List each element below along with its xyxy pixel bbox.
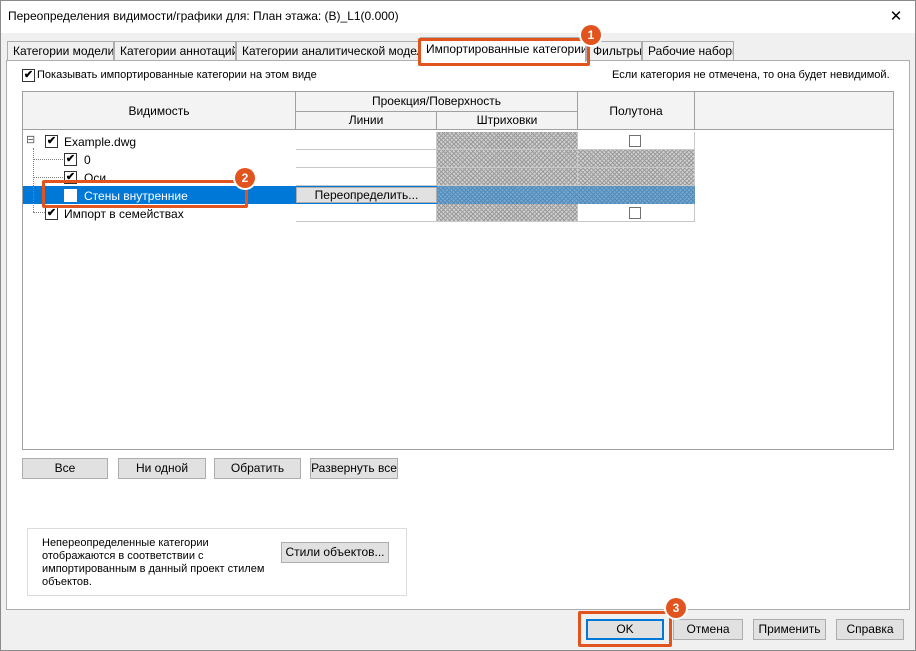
show-imported-label: Показывать импортированные категории на …: [37, 69, 317, 81]
callout-badge-1: 1: [581, 25, 601, 45]
cell-patterns: [437, 204, 578, 222]
note-text: Непереопределенные категории отображаютс…: [42, 537, 265, 588]
cell-patterns: [437, 150, 578, 168]
override-button[interactable]: Переопределить...: [296, 187, 437, 203]
halftone-checkbox[interactable]: [629, 135, 641, 147]
row-label: 0: [84, 153, 91, 167]
header-visibility[interactable]: Видимость: [23, 92, 296, 130]
tab-model-categories[interactable]: Категории модели: [7, 41, 114, 61]
callout-frame-3: [578, 611, 672, 647]
apply-button[interactable]: Применить: [753, 619, 826, 640]
collapse-icon[interactable]: ⊟: [26, 135, 35, 146]
row-label: Импорт в семействах: [64, 207, 184, 221]
dialog-window: Переопределения видимости/графики для: П…: [0, 0, 916, 651]
callout-badge-2: 2: [235, 168, 255, 188]
cell-patterns: [437, 132, 578, 150]
window-title: Переопределения видимости/графики для: П…: [8, 9, 399, 23]
row-checkbox[interactable]: ✔: [64, 153, 77, 166]
cancel-button[interactable]: Отмена: [673, 619, 743, 640]
header-patterns[interactable]: Штриховки: [437, 112, 578, 130]
halftone-checkbox[interactable]: [629, 207, 641, 219]
show-imported-checkbox[interactable]: ✔: [22, 69, 35, 82]
row-label: Example.dwg: [64, 135, 137, 149]
invert-button[interactable]: Обратить: [214, 458, 301, 479]
tree-line: [33, 159, 63, 160]
cell-lines[interactable]: [296, 204, 437, 222]
note-group: Непереопределенные категории отображаютс…: [27, 528, 407, 596]
cell-lines[interactable]: [296, 168, 437, 186]
callout-frame-2: [42, 180, 248, 208]
cell-lines[interactable]: [296, 150, 437, 168]
row-checkbox[interactable]: ✔: [45, 135, 58, 148]
hint-text: Если категория не отмечена, то она будет…: [612, 69, 890, 81]
tab-analytical-categories[interactable]: Категории аналитической модели: [236, 41, 419, 61]
tree-line: [33, 148, 34, 212]
select-all-button[interactable]: Все: [22, 458, 108, 479]
tab-worksets[interactable]: Рабочие наборы: [642, 41, 734, 61]
tree-line: [33, 177, 63, 178]
row-checkbox[interactable]: ✔: [45, 207, 58, 220]
select-none-button[interactable]: Ни одной: [118, 458, 206, 479]
close-icon[interactable]: ✕: [881, 3, 911, 31]
header-halftone[interactable]: Полутона: [578, 92, 695, 130]
callout-frame-1: [418, 38, 590, 66]
title-bar: Переопределения видимости/графики для: П…: [1, 1, 915, 33]
header-projection: Проекция/Поверхность: [296, 92, 578, 112]
cell-lines[interactable]: [296, 132, 437, 150]
header-lines[interactable]: Линии: [296, 112, 437, 130]
cell-patterns: [437, 168, 578, 186]
cell-patterns-selected: [437, 186, 695, 204]
header-empty: [695, 92, 893, 130]
help-button[interactable]: Справка: [836, 619, 904, 640]
expand-all-button[interactable]: Развернуть все: [310, 458, 398, 479]
cell-halftone: [578, 150, 695, 168]
categories-grid: Видимость Проекция/Поверхность Линии Штр…: [22, 91, 894, 450]
cell-halftone: [578, 168, 695, 186]
object-styles-button[interactable]: Стили объектов...: [281, 542, 389, 563]
callout-badge-3: 3: [666, 598, 686, 618]
tab-annotation-categories[interactable]: Категории аннотаций: [114, 41, 236, 61]
